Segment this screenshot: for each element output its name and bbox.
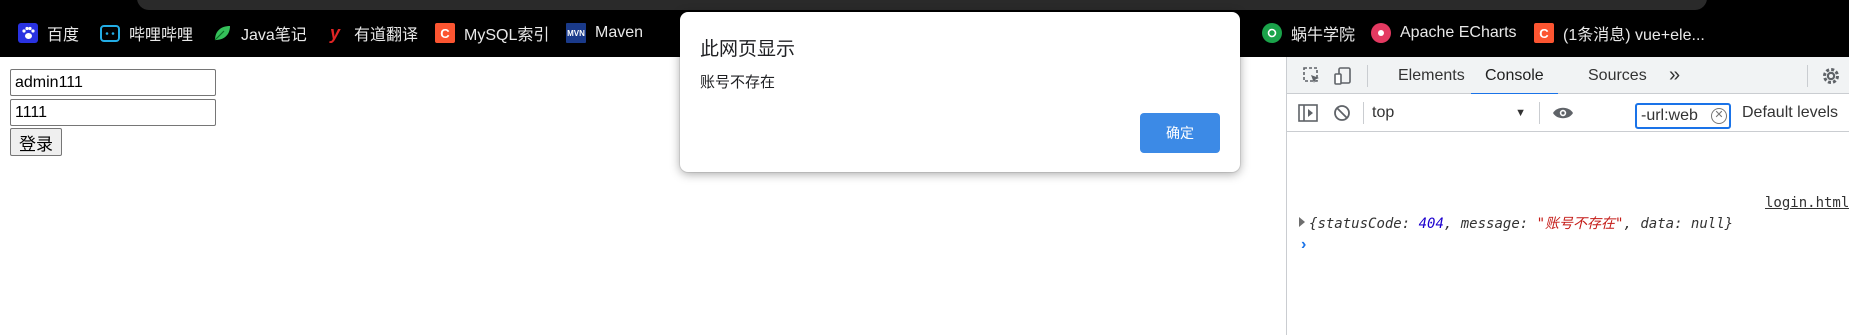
log-levels-dropdown[interactable]: Default levels ▼ (1742, 101, 1849, 126)
inspect-element-icon[interactable] (1300, 64, 1324, 88)
log-source-link[interactable]: login.html (1765, 195, 1849, 211)
bookmark-vue-element[interactable]: C (1条消息) vue+ele... (1534, 22, 1705, 44)
address-bar-edge[interactable] (137, 0, 1707, 10)
log-value-string: "账号不存在" (1536, 216, 1624, 232)
log-comma: , (1443, 216, 1461, 232)
tab-elements[interactable]: Elements (1398, 57, 1465, 94)
more-tabs-icon[interactable]: » (1669, 57, 1680, 94)
bookmark-label: (1条消息) vue+ele... (1563, 27, 1705, 44)
live-expression-eye-icon[interactable] (1550, 101, 1576, 125)
tab-console[interactable]: Console (1471, 57, 1558, 95)
log-brace: } (1724, 216, 1734, 232)
login-button[interactable]: 登录 (10, 128, 62, 156)
snail-icon (1262, 23, 1282, 43)
bookmark-label: Java笔记 (241, 27, 307, 44)
console-filter-input[interactable]: -url:web ✕ (1635, 103, 1731, 129)
log-levels-label: Default levels (1742, 104, 1839, 121)
console-prompt-icon[interactable]: › (1301, 236, 1306, 254)
toolbar-divider (1367, 65, 1368, 87)
log-colon: : (1401, 216, 1419, 232)
bookmark-label: MySQL索引 (464, 27, 550, 44)
bookmark-label: 有道翻译 (354, 27, 419, 44)
clear-console-icon[interactable] (1330, 101, 1354, 125)
log-key: statusCode (1317, 216, 1402, 232)
bookmark-label: 蜗牛学院 (1291, 27, 1356, 44)
log-colon: : (1519, 216, 1537, 232)
expand-object-icon[interactable] (1299, 217, 1305, 227)
clear-filter-icon[interactable]: ✕ (1711, 108, 1727, 124)
bookmark-snail-academy[interactable]: 蜗牛学院 (1262, 22, 1355, 44)
log-comma: , (1623, 216, 1641, 232)
maven-icon: MVN (566, 23, 586, 43)
console-log-entry[interactable]: {statusCode: 404, message: "账号不存在", data… (1309, 213, 1733, 233)
context-value: top (1372, 104, 1395, 121)
bookmark-maven[interactable]: MVN Maven (566, 22, 643, 44)
bilibili-icon (100, 24, 120, 42)
log-value-number: 404 (1418, 216, 1444, 232)
devtools-panel: Elements Console Sources » top ▼ -url:we… (1286, 57, 1849, 335)
username-input[interactable] (10, 69, 216, 96)
baidu-icon (18, 23, 38, 43)
bookmark-apache-echarts[interactable]: Apache ECharts (1371, 22, 1517, 44)
devtools-tab-bar: Elements Console Sources » (1287, 57, 1849, 95)
leaf-icon (212, 23, 232, 43)
bookmark-youdao[interactable]: y 有道翻译 (325, 22, 419, 45)
sidebar-toggle-icon[interactable] (1296, 101, 1320, 125)
youdao-icon: y (329, 22, 340, 43)
bookmark-label: 百度 (47, 27, 80, 44)
bookmark-label: Maven (595, 24, 644, 41)
alert-dialog: 此网页显示 账号不存在 确定 (680, 12, 1240, 172)
log-colon: : (1674, 216, 1691, 232)
dialog-message: 账号不存在 (700, 73, 776, 91)
settings-gear-icon[interactable] (1819, 64, 1843, 88)
dropdown-caret-icon: ▼ (1515, 107, 1526, 119)
password-input[interactable] (10, 99, 216, 126)
csdn-icon: C (435, 23, 455, 43)
tab-sources[interactable]: Sources (1588, 57, 1647, 94)
bookmark-label: Apache ECharts (1400, 24, 1517, 41)
bookmark-java-notes[interactable]: Java笔记 (212, 22, 307, 44)
context-selector[interactable]: top ▼ (1372, 101, 1532, 125)
toolbar-divider (1539, 102, 1540, 124)
csdn-icon: C (1534, 23, 1554, 43)
bookmark-bilibili[interactable]: 哔哩哔哩 (100, 22, 193, 44)
device-toolbar-icon[interactable] (1331, 64, 1355, 88)
log-key: message (1460, 216, 1520, 232)
toolbar-divider (1363, 102, 1364, 124)
bookmark-baidu[interactable]: 百度 (18, 22, 79, 44)
bookmark-mysql-index[interactable]: C MySQL索引 (435, 22, 549, 44)
toolbar-divider (1807, 65, 1808, 87)
dialog-ok-button[interactable]: 确定 (1140, 113, 1220, 153)
echarts-icon (1371, 23, 1391, 43)
log-value-null: null (1690, 216, 1725, 232)
log-key: data (1640, 216, 1675, 232)
dialog-title: 此网页显示 (700, 38, 796, 60)
filter-value: -url:web (1641, 107, 1698, 124)
bookmark-label: 哔哩哔哩 (129, 27, 194, 44)
